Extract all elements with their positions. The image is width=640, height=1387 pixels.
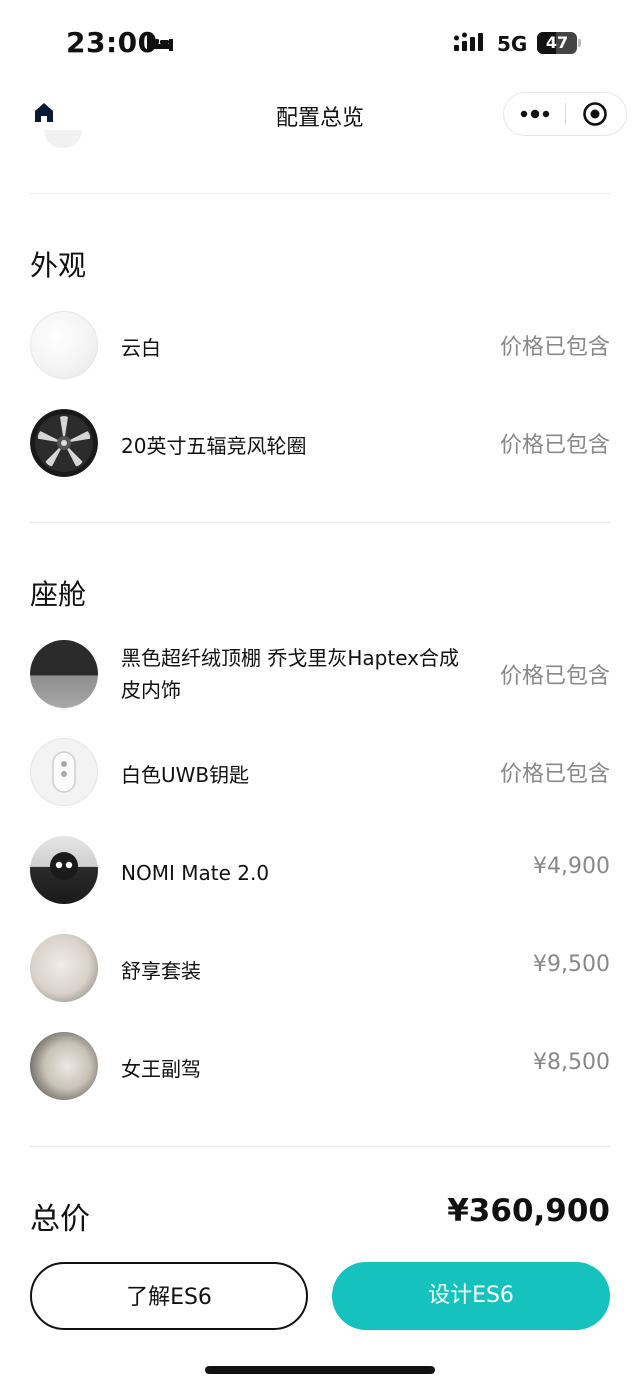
list-item[interactable]: NOMI Mate 2.0 ¥4,900 bbox=[30, 836, 610, 906]
item-label: 白色UWB钥匙 bbox=[121, 763, 250, 787]
section-title-exterior: 外观 bbox=[30, 249, 87, 282]
item-label: 20英寸五辐竞风轮圈 bbox=[121, 434, 307, 458]
item-label: 舒享套装 bbox=[121, 959, 201, 983]
list-item[interactable]: 云白 价格已包含 bbox=[30, 311, 610, 381]
total-price: ¥360,900 bbox=[447, 1193, 610, 1229]
scrolled-thumbnail-edge bbox=[44, 130, 82, 148]
more-icon[interactable] bbox=[518, 103, 552, 125]
divider bbox=[30, 1146, 610, 1147]
bed-icon bbox=[147, 35, 173, 51]
list-item[interactable]: 黑色超纤绒顶棚 乔戈里灰Haptex合成皮内饰 价格已包含 bbox=[30, 640, 610, 710]
nav-bar: 配置总览 bbox=[0, 88, 640, 140]
item-price: 价格已包含 bbox=[499, 335, 610, 360]
total-label: 总价 bbox=[30, 1202, 90, 1237]
item-label: 女王副驾 bbox=[121, 1057, 201, 1081]
close-mini-program-icon[interactable] bbox=[582, 101, 608, 127]
design-es6-button[interactable]: 设计ES6 bbox=[332, 1262, 610, 1330]
section-title-cabin: 座舱 bbox=[30, 578, 87, 611]
wheel-icon bbox=[30, 409, 98, 477]
item-label: 云白 bbox=[121, 336, 161, 360]
capsule-divider bbox=[565, 103, 566, 125]
item-price: ¥8,500 bbox=[533, 1050, 610, 1075]
divider bbox=[30, 193, 610, 194]
item-price: 价格已包含 bbox=[499, 433, 610, 458]
nomi-robot-icon bbox=[30, 836, 98, 904]
item-price: ¥4,900 bbox=[533, 854, 610, 879]
battery-level: 47 bbox=[545, 33, 569, 52]
paint-swatch-icon bbox=[30, 311, 98, 379]
item-price: 价格已包含 bbox=[499, 762, 610, 787]
status-bar: 23:00 5G 47 bbox=[0, 0, 640, 88]
list-item[interactable]: 20英寸五辐竞风轮圈 价格已包含 bbox=[30, 409, 610, 479]
battery-indicator: 47 bbox=[537, 32, 581, 54]
list-item[interactable]: 女王副驾 ¥8,500 bbox=[30, 1032, 610, 1102]
learn-es6-button[interactable]: 了解ES6 bbox=[30, 1262, 308, 1330]
item-label: 黑色超纤绒顶棚 乔戈里灰Haptex合成皮内饰 bbox=[121, 646, 459, 702]
home-indicator bbox=[205, 1366, 435, 1374]
divider bbox=[30, 522, 610, 523]
mini-program-capsule bbox=[503, 92, 627, 136]
passenger-seat-icon bbox=[30, 1032, 98, 1100]
key-fob-icon bbox=[30, 738, 98, 806]
seat-icon bbox=[30, 934, 98, 1002]
status-time: 23:00 bbox=[66, 26, 158, 59]
signal-icon bbox=[454, 32, 483, 51]
item-price: 价格已包含 bbox=[499, 664, 610, 689]
list-item[interactable]: 舒享套装 ¥9,500 bbox=[30, 934, 610, 1004]
list-item[interactable]: 白色UWB钥匙 价格已包含 bbox=[30, 738, 610, 808]
item-label: NOMI Mate 2.0 bbox=[121, 861, 270, 885]
interior-swatch-icon bbox=[30, 640, 98, 708]
item-price: ¥9,500 bbox=[533, 952, 610, 977]
network-type: 5G bbox=[497, 32, 528, 56]
